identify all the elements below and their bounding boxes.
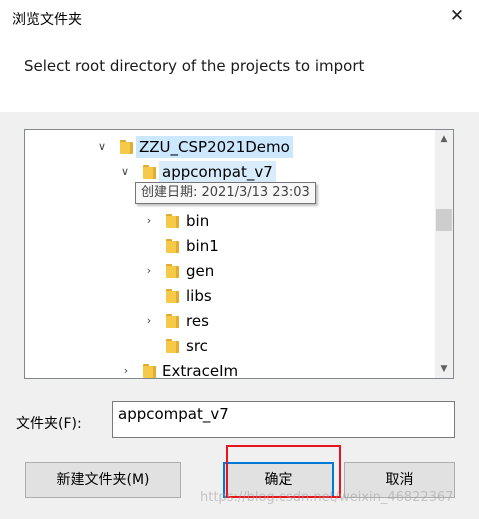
tree-node-label[interactable]: ZZU_CSP2021Demo bbox=[136, 136, 293, 158]
chevron-right-icon[interactable]: › bbox=[120, 360, 132, 378]
chevron-right-icon[interactable]: › bbox=[143, 210, 155, 232]
tree-node-label[interactable]: bin bbox=[183, 210, 212, 232]
chevron-down-icon[interactable]: ∨ bbox=[96, 136, 108, 158]
folder-icon bbox=[166, 239, 179, 253]
folder-icon bbox=[166, 214, 179, 228]
window-title: 浏览文件夹 bbox=[12, 12, 82, 28]
folder-icon bbox=[166, 289, 179, 303]
scroll-thumb[interactable] bbox=[436, 209, 452, 231]
chevron-right-icon[interactable]: › bbox=[143, 310, 155, 332]
tree-node-label[interactable]: libs bbox=[183, 285, 215, 307]
vertical-scrollbar[interactable]: ▲ ▼ bbox=[435, 130, 453, 378]
cancel-button[interactable]: 取消 bbox=[344, 462, 455, 498]
folder-tree[interactable]: ∨ ZZU_CSP2021Demo ∨ appcompat_v7 › bin b… bbox=[24, 129, 454, 379]
chevron-right-icon[interactable]: › bbox=[143, 260, 155, 282]
tree-node-label[interactable]: ExtraceIm bbox=[159, 360, 241, 378]
ok-button[interactable]: 确定 bbox=[223, 462, 334, 498]
tree-node-label[interactable]: appcompat_v7 bbox=[159, 161, 276, 183]
close-icon[interactable]: ✕ bbox=[448, 7, 466, 25]
tree-node-label[interactable]: gen bbox=[183, 260, 217, 282]
folder-icon bbox=[166, 339, 179, 353]
tree-node-label[interactable]: src bbox=[183, 335, 211, 357]
date-tooltip: 创建日期: 2021/3/13 23:03 bbox=[135, 182, 316, 204]
folder-field-label: 文件夹(F): bbox=[16, 416, 82, 432]
instruction-text: Select root directory of the projects to… bbox=[24, 57, 365, 75]
folder-icon bbox=[120, 140, 133, 154]
instruction-area: Select root directory of the projects to… bbox=[0, 38, 479, 112]
folder-icon bbox=[166, 314, 179, 328]
scroll-up-icon[interactable]: ▲ bbox=[435, 130, 453, 148]
folder-icon bbox=[143, 165, 156, 179]
new-folder-button[interactable]: 新建文件夹(M) bbox=[25, 462, 181, 498]
chevron-down-icon[interactable]: ∨ bbox=[119, 161, 131, 183]
title-bar: 浏览文件夹 ✕ bbox=[0, 0, 479, 38]
tree-node-label[interactable]: bin1 bbox=[183, 235, 222, 257]
tree-node-label[interactable]: res bbox=[183, 310, 212, 332]
folder-icon bbox=[143, 364, 156, 378]
folder-icon bbox=[166, 264, 179, 278]
folder-name-input[interactable] bbox=[112, 401, 455, 438]
scroll-down-icon[interactable]: ▼ bbox=[435, 360, 453, 378]
